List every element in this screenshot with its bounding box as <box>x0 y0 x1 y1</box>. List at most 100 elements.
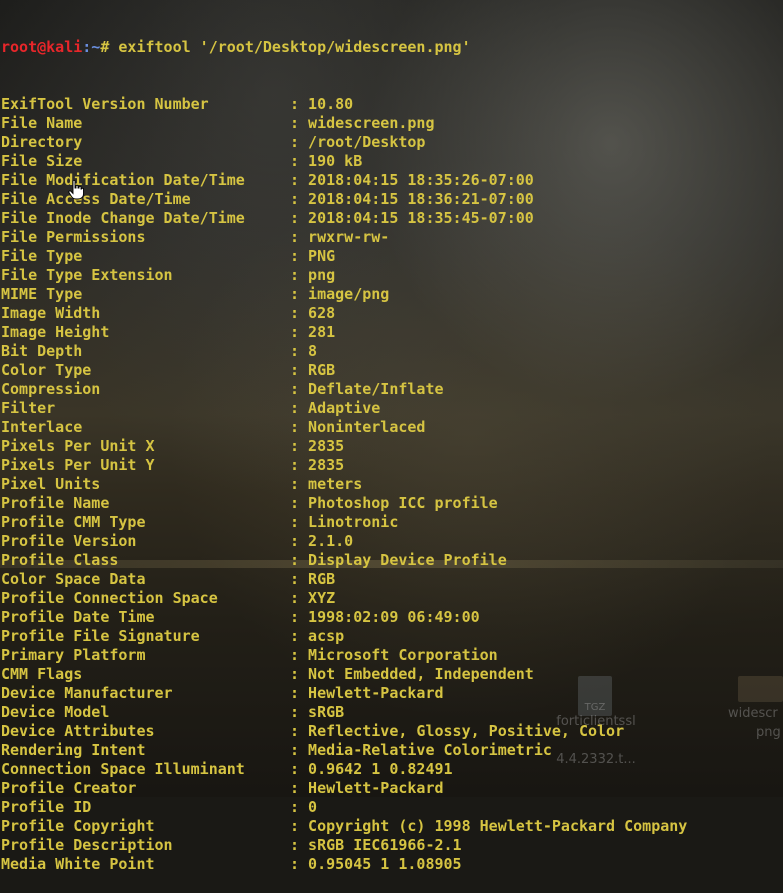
exif-key: File Name <box>1 114 83 132</box>
exif-separator: : <box>289 513 309 531</box>
exif-separator: : <box>289 418 309 436</box>
exif-separator: : <box>289 266 309 284</box>
exif-separator: : <box>289 779 309 797</box>
exif-key: File Modification Date/Time <box>1 171 245 189</box>
exif-separator: : <box>289 570 309 588</box>
exif-separator: : <box>289 627 309 645</box>
exif-key: File Size <box>1 152 83 170</box>
hand-pointer-icon <box>68 180 84 200</box>
exif-key: Profile CMM Type <box>1 513 146 531</box>
exif-key: Device Model <box>1 703 110 721</box>
exif-separator: : <box>289 399 309 417</box>
exif-value: XYZ <box>308 589 336 607</box>
exif-key: ExifTool Version Number <box>1 95 209 113</box>
exif-separator: : <box>289 817 309 835</box>
exif-row: Pixels Per Unit X: 2835 <box>1 437 781 456</box>
exif-row: Primary Platform: Microsoft Corporation <box>1 646 781 665</box>
exif-value: 190 kB <box>308 152 363 170</box>
exif-key: Profile Class <box>1 551 119 569</box>
exif-row: Color Type: RGB <box>1 361 781 380</box>
exif-key: Compression <box>1 380 101 398</box>
exif-row: Connection Space Illuminant: 0.9642 1 0.… <box>1 760 781 779</box>
exif-row: Pixel Units: meters <box>1 475 781 494</box>
exif-value: Media-Relative Colorimetric <box>308 741 552 759</box>
exif-value: Copyright (c) 1998 Hewlett-Packard Compa… <box>308 817 688 835</box>
exif-value: sRGB <box>308 703 345 721</box>
exif-separator: : <box>289 247 309 265</box>
exif-key: Pixel Units <box>1 475 101 493</box>
exif-key: File Type Extension <box>1 266 173 284</box>
exif-separator: : <box>289 304 309 322</box>
exif-key: Connection Space Illuminant <box>1 760 245 778</box>
exif-key: Device Manufacturer <box>1 684 173 702</box>
exif-value: Hewlett-Packard <box>308 684 444 702</box>
exif-row: Profile Creator: Hewlett-Packard <box>1 779 781 798</box>
exif-value: 2018:04:15 18:35:45-07:00 <box>308 209 534 227</box>
exif-separator: : <box>289 494 309 512</box>
exif-separator: : <box>289 646 309 664</box>
exif-separator: : <box>289 608 309 626</box>
exif-value: 2018:04:15 18:36:21-07:00 <box>308 190 534 208</box>
exif-row: ExifTool Version Number: 10.80 <box>1 95 781 114</box>
exif-key: Profile Connection Space <box>1 589 218 607</box>
exif-key: File Type <box>1 247 83 265</box>
prompt-path: :~ <box>82 38 101 56</box>
exif-value: Photoshop ICC profile <box>308 494 498 512</box>
exif-value: rwxrw-rw- <box>308 228 390 246</box>
exif-key: CMM Flags <box>1 665 83 683</box>
exif-row: Device Attributes: Reflective, Glossy, P… <box>1 722 781 741</box>
exif-separator: : <box>289 437 309 455</box>
exif-separator: : <box>289 456 309 474</box>
exif-value: 0 <box>308 798 318 816</box>
exif-separator: : <box>289 209 309 227</box>
exif-row: Media White Point: 0.95045 1 1.08905 <box>1 855 781 874</box>
exif-row: Color Space Data: RGB <box>1 570 781 589</box>
exif-row: Profile Copyright: Copyright (c) 1998 He… <box>1 817 781 836</box>
exif-row: CMM Flags: Not Embedded, Independent <box>1 665 781 684</box>
exif-value: Deflate/Inflate <box>308 380 444 398</box>
exif-value: image/png <box>308 285 390 303</box>
exif-row: Profile ID: 0 <box>1 798 781 817</box>
exif-row: Profile Class: Display Device Profile <box>1 551 781 570</box>
exif-row: Profile Name: Photoshop ICC profile <box>1 494 781 513</box>
exif-key: Profile Creator <box>1 779 137 797</box>
exif-separator: : <box>289 171 309 189</box>
exif-value: png <box>308 266 336 284</box>
exif-key: Primary Platform <box>1 646 146 664</box>
exif-key: Profile Description <box>1 836 173 854</box>
exif-key: Profile Copyright <box>1 817 155 835</box>
exif-value: PNG <box>308 247 336 265</box>
exif-value: RGB <box>308 361 336 379</box>
terminal-output[interactable]: root@kali:~# exiftool '/root/Desktop/wid… <box>1 0 781 893</box>
exif-row: File Size: 190 kB <box>1 152 781 171</box>
exif-key: File Permissions <box>1 228 146 246</box>
exif-value: meters <box>308 475 363 493</box>
exif-separator: : <box>289 228 309 246</box>
exif-separator: : <box>289 285 309 303</box>
exif-key: Image Width <box>1 304 101 322</box>
exif-value: 0.95045 1 1.08905 <box>308 855 462 873</box>
exif-key: Pixels Per Unit Y <box>1 456 155 474</box>
exif-row: MIME Type: image/png <box>1 285 781 304</box>
prompt-symbol: # <box>100 38 119 56</box>
exif-row: Profile Version: 2.1.0 <box>1 532 781 551</box>
exif-key: Filter <box>1 399 56 417</box>
exif-value: 8 <box>308 342 318 360</box>
exif-value: acsp <box>308 627 345 645</box>
exif-key: Profile ID <box>1 798 92 816</box>
exif-key: File Inode Change Date/Time <box>1 209 245 227</box>
exif-separator: : <box>289 722 309 740</box>
exif-row: File Inode Change Date/Time: 2018:04:15 … <box>1 209 781 228</box>
exif-key: Profile Version <box>1 532 137 550</box>
exif-separator: : <box>289 380 309 398</box>
exif-value: RGB <box>308 570 336 588</box>
exif-value: 1998:02:09 06:49:00 <box>308 608 480 626</box>
exif-separator: : <box>289 855 309 873</box>
exif-separator: : <box>289 152 309 170</box>
exif-key: Bit Depth <box>1 342 83 360</box>
exif-row: Profile CMM Type: Linotronic <box>1 513 781 532</box>
exif-separator: : <box>289 190 309 208</box>
exif-value: Adaptive <box>308 399 381 417</box>
exif-separator: : <box>289 475 309 493</box>
exif-separator: : <box>289 114 309 132</box>
